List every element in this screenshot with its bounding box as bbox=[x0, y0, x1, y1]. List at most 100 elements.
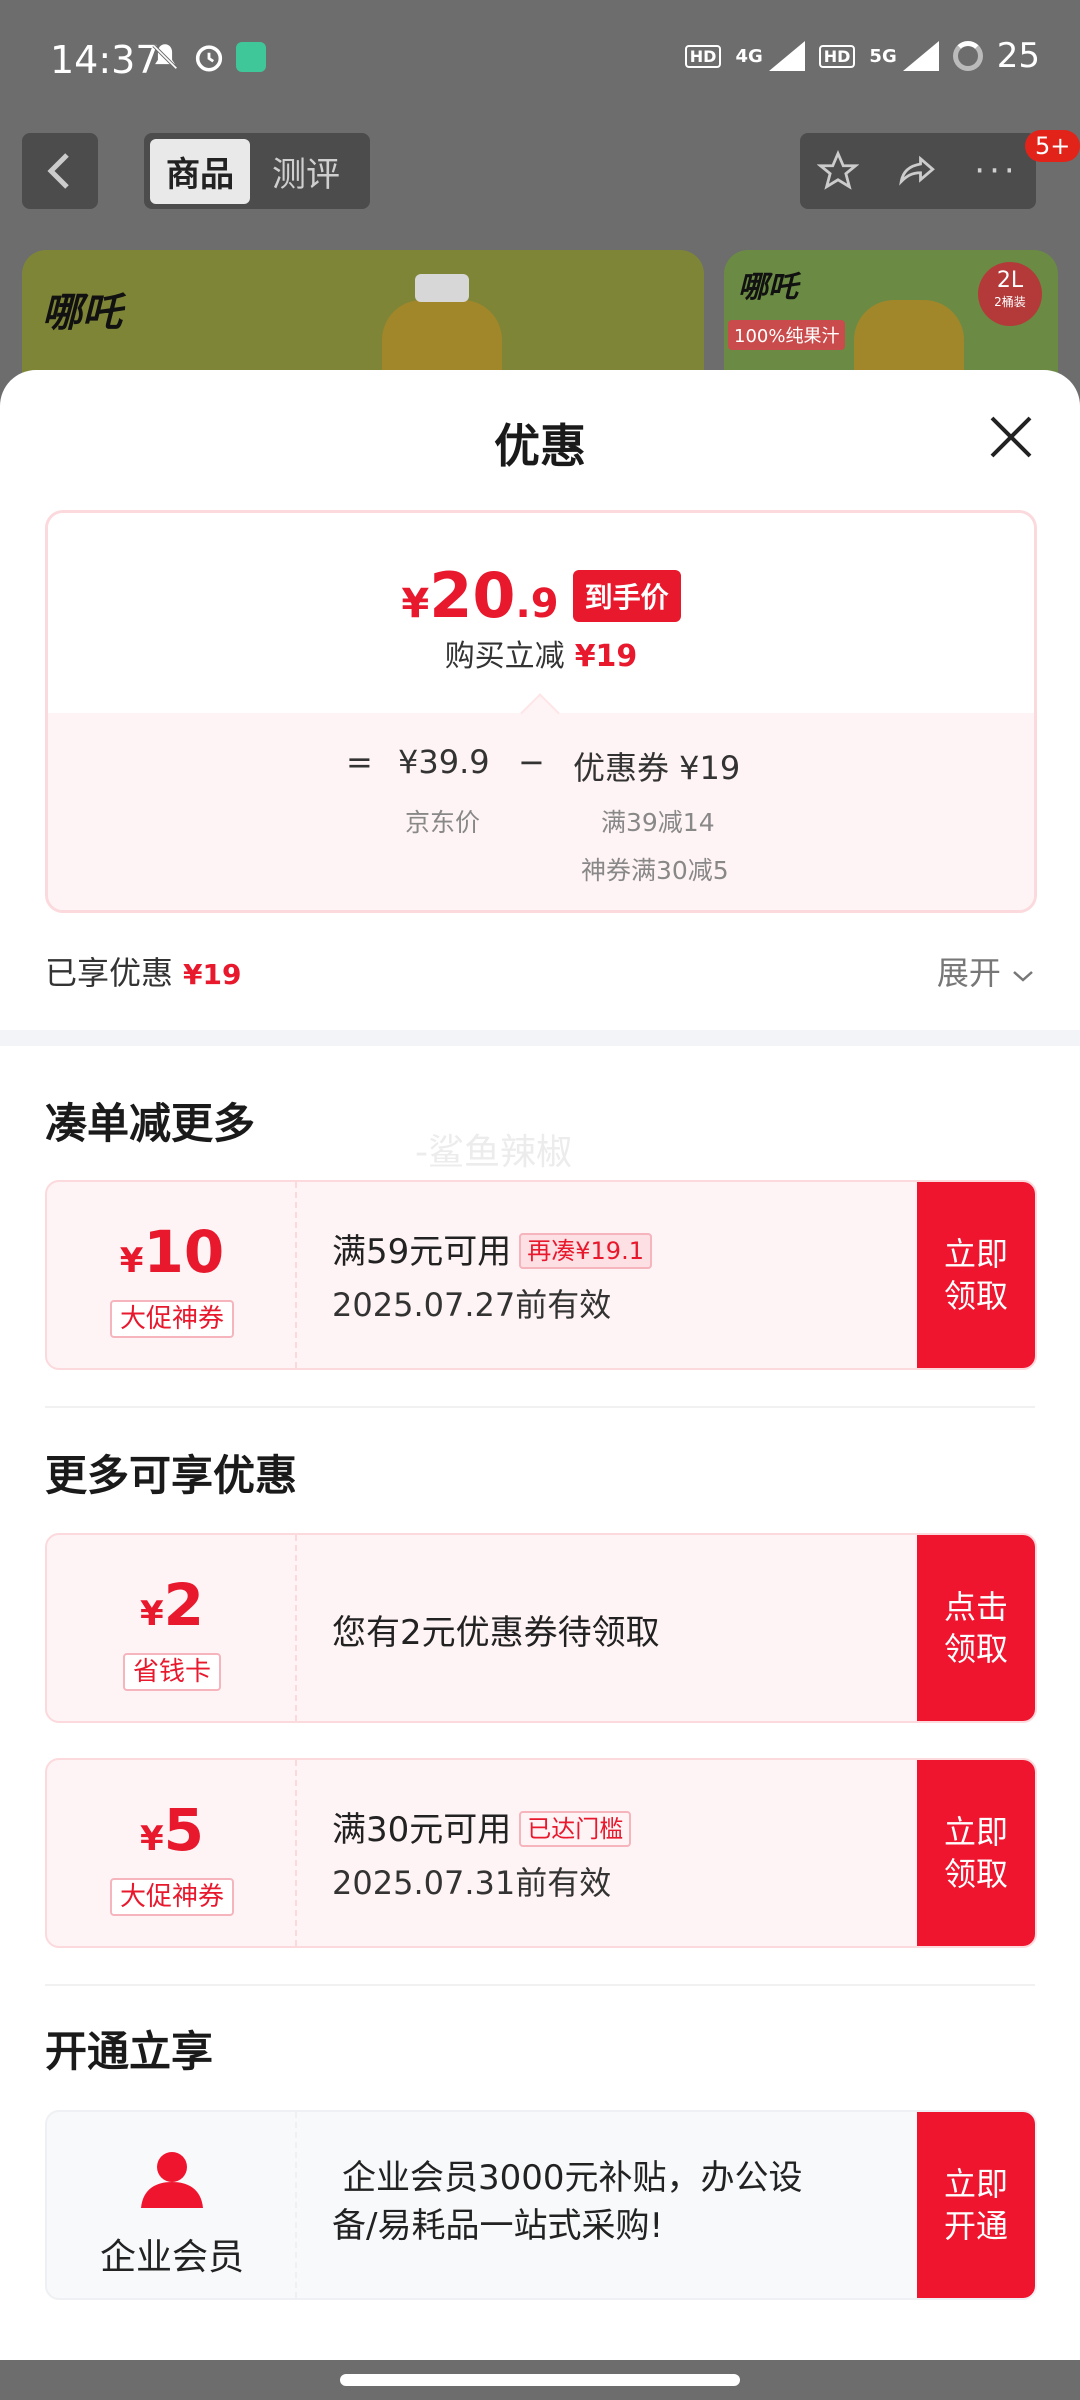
coupon-left: ¥10 大促神券 bbox=[47, 1182, 297, 1368]
coupon-type: 大促神券 bbox=[47, 1876, 297, 1916]
coupon-currency: ¥ bbox=[139, 1594, 164, 1634]
status-time: 14:37 bbox=[50, 38, 160, 82]
claim-label: 点击 领取 bbox=[944, 1586, 1008, 1670]
coupon-chip: 再凑¥19.1 bbox=[519, 1233, 652, 1269]
coupon-detail-1: 满39减14 bbox=[601, 808, 715, 837]
sheet-title: 优惠 bbox=[494, 419, 586, 473]
expand-label: 展开 bbox=[936, 954, 1001, 992]
enjoyed-label: 已享优惠 bbox=[45, 954, 174, 992]
share-icon[interactable] bbox=[894, 150, 940, 192]
price-decimal: .9 bbox=[515, 581, 559, 627]
claim-button[interactable]: 立即 领取 bbox=[917, 1760, 1035, 1946]
coupon-value: 2 bbox=[163, 1571, 205, 1639]
tab-switch: 商品 测评 bbox=[144, 133, 370, 209]
coupon-left: ¥2 省钱卡 bbox=[47, 1535, 297, 1721]
user-icon bbox=[141, 2152, 203, 2208]
signal-icon bbox=[765, 41, 805, 71]
btn-line2: 开通 bbox=[943, 2207, 1008, 2245]
battery-icon bbox=[952, 41, 983, 71]
coupon-amount: ¥10 bbox=[47, 1218, 297, 1286]
btn-line2: 领取 bbox=[943, 1277, 1008, 1315]
alarm-icon bbox=[195, 45, 223, 72]
juice-tag: 100%纯果汁 bbox=[728, 320, 846, 350]
coupon-condition-text: 满59元可用 bbox=[332, 1232, 512, 1272]
final-price-tag: 到手价 bbox=[572, 570, 681, 622]
base-price-label: 京东价 bbox=[405, 808, 481, 837]
net1-label: 4G bbox=[735, 45, 763, 67]
row-separator bbox=[45, 1406, 1035, 1408]
price-integer: 20 bbox=[429, 559, 516, 632]
claim-button[interactable]: 立即 领取 bbox=[917, 1182, 1035, 1368]
coupon-card-2: ¥2 省钱卡 您有2元优惠券待领取 点击领取 bbox=[45, 1533, 1037, 1723]
close-icon[interactable] bbox=[988, 414, 1034, 460]
final-price: ¥ 20 .9 到手价 bbox=[48, 559, 1034, 632]
section-title-more-offers: 更多可享优惠 bbox=[45, 1451, 298, 1500]
member-card: 企业会员 企业会员3000元补贴，办公设 备/易耗品一站式采购! 立即开通 bbox=[45, 2110, 1037, 2300]
coupon-type-label: 大促神券 bbox=[109, 1878, 234, 1916]
status-right: HD 4G HD 5G 25 bbox=[684, 36, 1040, 76]
price-currency: ¥ bbox=[401, 581, 430, 627]
coupon-chip: 已达门槛 bbox=[519, 1811, 632, 1847]
btn-line1: 点击 bbox=[943, 1588, 1008, 1626]
brand-logo-2: 哪吒 bbox=[738, 270, 798, 305]
member-left: 企业会员 bbox=[47, 2112, 297, 2298]
status-bar: 14:37 HD 4G HD 5G 25 bbox=[0, 0, 1080, 125]
coupon-value: 5 bbox=[163, 1796, 205, 1864]
more-icon[interactable]: ··· bbox=[974, 151, 1018, 191]
signal-icon-2 bbox=[899, 41, 939, 71]
brand-logo: 哪吒 bbox=[42, 290, 122, 336]
coupon-type-label: 省钱卡 bbox=[122, 1653, 221, 1691]
nav-actions: ··· bbox=[800, 133, 1036, 209]
coupon-left: ¥5 大促神券 bbox=[47, 1760, 297, 1946]
back-button[interactable] bbox=[22, 133, 98, 209]
size-label: 2L bbox=[996, 268, 1024, 293]
reduce-line: 购买立减 ¥19 bbox=[48, 631, 1034, 675]
member-desc: 企业会员3000元补贴，办公设 备/易耗品一站式采购! bbox=[332, 2154, 803, 2250]
section-title-more-deals: 凑单减更多 bbox=[45, 1099, 256, 1148]
activate-button[interactable]: 立即 开通 bbox=[917, 2112, 1035, 2298]
row-separator bbox=[45, 1984, 1035, 1986]
coupon-currency: ¥ bbox=[139, 1819, 164, 1859]
coupon-currency: ¥ bbox=[119, 1241, 144, 1281]
star-icon[interactable] bbox=[817, 150, 860, 192]
section-title-membership: 开通立享 bbox=[45, 2027, 214, 2076]
message-badge: 5+ bbox=[1025, 130, 1080, 162]
btn-line1: 立即 bbox=[943, 1813, 1008, 1851]
home-indicator[interactable] bbox=[340, 2374, 740, 2386]
expand-button[interactable]: 展开 bbox=[937, 948, 1035, 994]
status-icons bbox=[148, 40, 266, 74]
tab-goods[interactable]: 商品 bbox=[150, 138, 250, 204]
coupon-amount: ¥5 bbox=[47, 1796, 297, 1864]
activate-label: 立即 开通 bbox=[944, 2163, 1008, 2247]
formula-equals: = bbox=[346, 743, 373, 781]
coupon-amount: ¥2 bbox=[47, 1571, 297, 1639]
section-divider bbox=[0, 1030, 1080, 1046]
coupon-date: 2025.07.27前有效 bbox=[332, 1286, 612, 1324]
member-desc-line2: 备/易耗品一站式采购! bbox=[332, 2206, 664, 2246]
hd-icon-2: HD bbox=[818, 44, 856, 68]
formula-base-price: ¥39.9 bbox=[398, 743, 490, 781]
coupon-condition-text: 满30元可用 bbox=[332, 1810, 512, 1850]
btn-line1: 立即 bbox=[943, 2165, 1008, 2203]
enjoyed-amount: ¥19 bbox=[183, 958, 242, 991]
claim-button[interactable]: 点击 领取 bbox=[917, 1535, 1035, 1721]
app-notification-icon bbox=[236, 42, 266, 72]
claim-label: 立即 领取 bbox=[944, 1811, 1008, 1895]
btn-line2: 领取 bbox=[943, 1855, 1008, 1893]
battery-level: 25 bbox=[996, 36, 1040, 76]
watermark: -鲨鱼辣椒 bbox=[415, 1132, 572, 1173]
chevron-down-icon bbox=[1013, 971, 1033, 982]
btn-line2: 领取 bbox=[943, 1630, 1008, 1668]
tab-review[interactable]: 测评 bbox=[260, 139, 352, 204]
discount-sheet: 优惠 ¥ 20 .9 到手价 购买立减 ¥19 = ¥39.9 − 优惠券 ¥19… bbox=[0, 370, 1080, 2360]
size-badge: 2L 2桶装 bbox=[978, 262, 1042, 326]
bottle-cap bbox=[415, 274, 469, 302]
member-label: 企业会员 bbox=[99, 2237, 244, 2278]
size-note: 2桶装 bbox=[994, 295, 1026, 309]
enjoyed-discount: 已享优惠 ¥19 bbox=[45, 948, 241, 994]
reduce-amount: ¥19 bbox=[574, 639, 638, 674]
coupon-card-10: ¥10 大促神券 满59元可用 再凑¥19.1 2025.07.27前有效 立即领… bbox=[45, 1180, 1037, 1370]
coupon-desc: 您有2元优惠券待领取 bbox=[332, 1613, 660, 1653]
btn-line1: 立即 bbox=[943, 1235, 1008, 1273]
hd-icon: HD bbox=[684, 44, 722, 68]
